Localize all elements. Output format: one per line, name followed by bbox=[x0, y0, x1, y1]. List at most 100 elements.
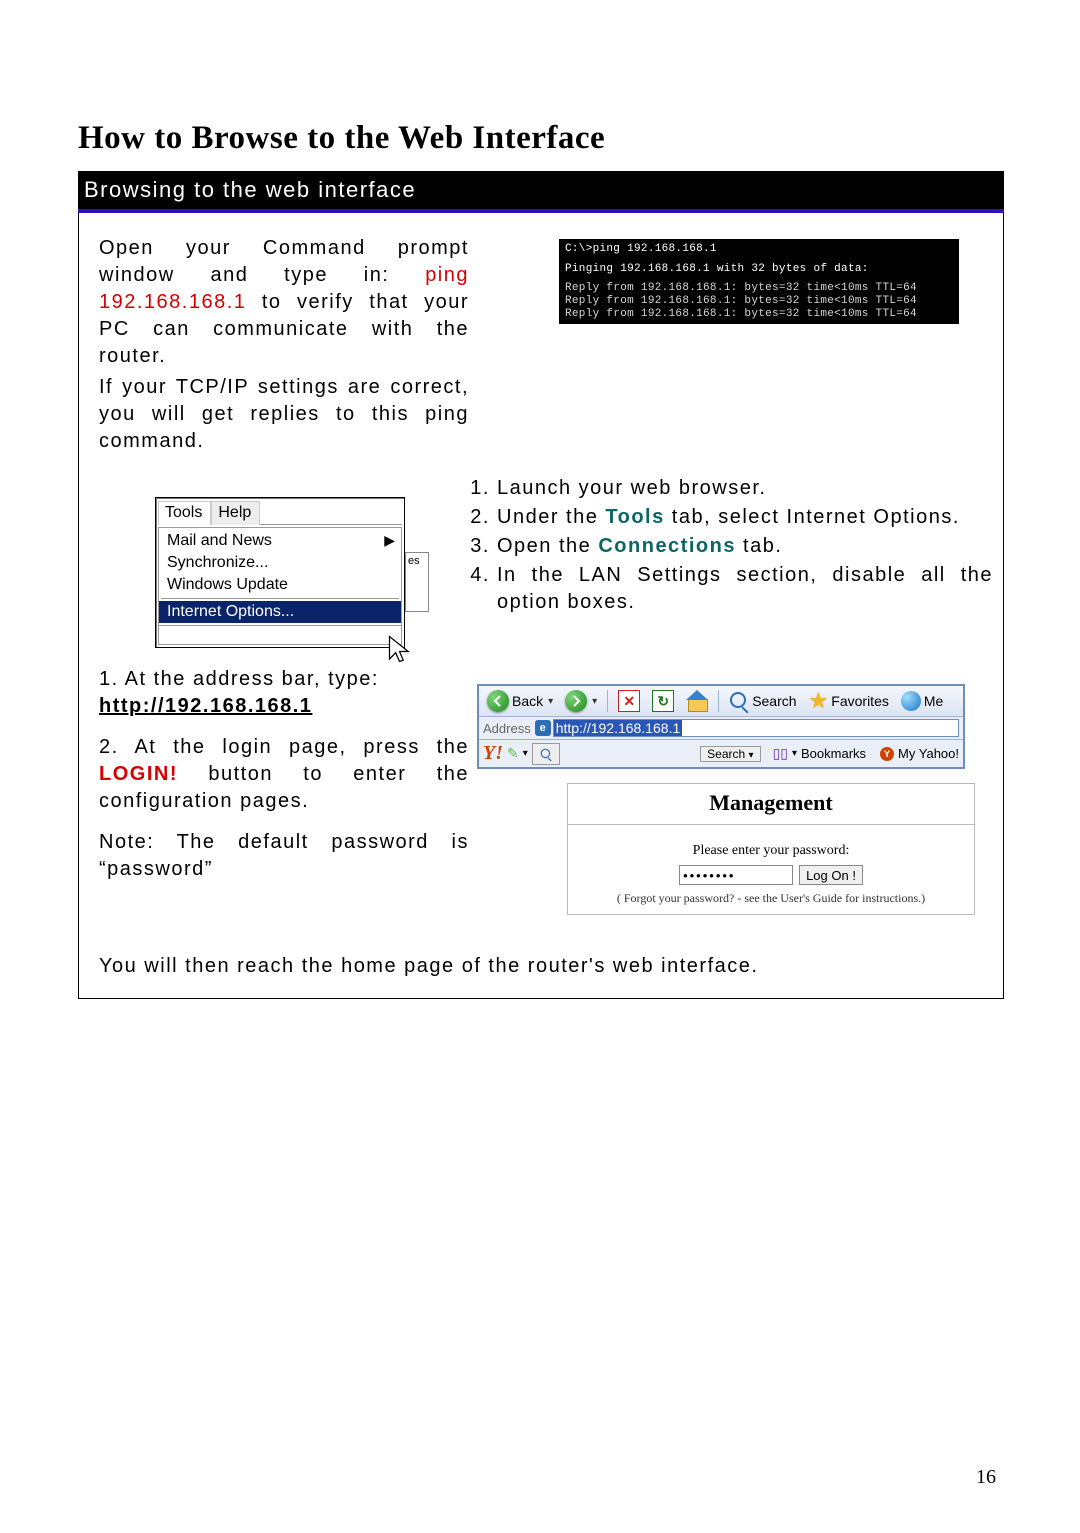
intro-right: C:\>ping 192.168.168.1 Pinging 192.168.1… bbox=[477, 235, 993, 324]
browser-toolbar: Back ▾ ▾ ✕ ↻ bbox=[477, 684, 965, 769]
management-body: Please enter your password: Log On ! ( F… bbox=[568, 825, 974, 914]
password-input[interactable] bbox=[679, 865, 793, 885]
addr-step-1a: 1. At the address bar, type: bbox=[99, 668, 379, 690]
addr-steps-col: 1. At the address bar, type: http://192.… bbox=[89, 666, 469, 887]
ie-icon: e bbox=[535, 720, 551, 736]
menu-separator bbox=[161, 598, 399, 599]
submenu-arrow-icon: ▶ bbox=[384, 532, 395, 549]
forward-button[interactable]: ▾ bbox=[561, 689, 601, 713]
management-input-row: Log On ! bbox=[574, 865, 968, 885]
content-box: Open your Command prompt window and type… bbox=[78, 213, 1004, 999]
step-3b: tab. bbox=[736, 535, 782, 557]
bookmarks-caret: ▾ bbox=[792, 748, 797, 759]
tools-spacer bbox=[158, 626, 402, 645]
search-icon bbox=[540, 748, 552, 760]
search-button[interactable]: Search bbox=[725, 690, 800, 712]
step-2a: Under the bbox=[497, 506, 605, 528]
tools-col: Tools Help Mail and News ▶ Synchronize..… bbox=[89, 469, 459, 648]
yahoo-search-dropdown[interactable] bbox=[532, 743, 560, 765]
address-bar[interactable]: http://192.168.168.1 bbox=[553, 719, 959, 737]
addr-step-1: 1. At the address bar, type: http://192.… bbox=[99, 666, 469, 720]
management-login-box: Management Please enter your password: L… bbox=[567, 783, 975, 915]
ping-line2: Pinging 192.168.168.1 with 32 bytes of d… bbox=[565, 263, 955, 276]
intro-p2: If your TCP/IP settings are correct, you… bbox=[99, 374, 469, 455]
page: How to Browse to the Web Interface Brows… bbox=[0, 0, 1080, 1533]
row-tools-steps: Tools Help Mail and News ▶ Synchronize..… bbox=[89, 469, 993, 648]
stop-button[interactable]: ✕ bbox=[614, 689, 644, 713]
toolbar-row-2: Address e http://192.168.168.1 bbox=[479, 717, 963, 740]
search-label: Search bbox=[752, 693, 796, 709]
caret-icon: ▾ bbox=[548, 696, 553, 707]
toolbar-row-3: Y! ✎ ▾ Search ▾ ▯▯ ▾ bbox=[479, 740, 963, 767]
ping-line4: Reply from 192.168.168.1: bytes=32 time<… bbox=[565, 295, 955, 308]
intro-left: Open your Command prompt window and type… bbox=[89, 235, 469, 459]
tools-menu: Tools Help Mail and News ▶ Synchronize..… bbox=[155, 497, 405, 648]
toolbar-row-1: Back ▾ ▾ ✕ ↻ bbox=[479, 686, 963, 717]
home-button[interactable] bbox=[682, 689, 712, 713]
toolbar-separator bbox=[607, 690, 608, 712]
media-button[interactable]: Me bbox=[897, 690, 947, 712]
menu-mail-news[interactable]: Mail and News ▶ bbox=[159, 530, 401, 552]
management-title: Management bbox=[568, 784, 974, 825]
address-url: http://192.168.168.1 bbox=[554, 720, 683, 736]
yahoo-caret: ▾ bbox=[523, 748, 528, 759]
back-button[interactable]: Back ▾ bbox=[483, 689, 557, 713]
default-password-note: Note: The default password is “password” bbox=[99, 829, 469, 883]
star-icon: ★ bbox=[809, 691, 829, 711]
page-title: How to Browse to the Web Interface bbox=[78, 120, 1004, 157]
step-2-tools: Tools bbox=[605, 506, 664, 528]
steps-list: Launch your web browser. Under the Tools… bbox=[467, 475, 993, 616]
tab-tools[interactable]: Tools bbox=[158, 501, 211, 525]
my-yahoo-icon: Y bbox=[880, 747, 894, 761]
menu-internet-options[interactable]: Internet Options... bbox=[159, 601, 401, 623]
addr-step-2: 2. At the login page, press the LOGIN! b… bbox=[99, 734, 469, 815]
page-number: 16 bbox=[976, 1466, 996, 1489]
address-label: Address bbox=[483, 721, 531, 736]
menu-windows-update[interactable]: Windows Update bbox=[159, 574, 401, 596]
yahoo-search-button[interactable]: Search ▾ bbox=[700, 746, 760, 762]
media-label: Me bbox=[924, 693, 943, 709]
favorites-button[interactable]: ★ Favorites bbox=[805, 690, 893, 712]
favorites-label: Favorites bbox=[831, 693, 889, 709]
step-4: In the LAN Settings section, disable all… bbox=[497, 562, 993, 616]
management-prompt: Please enter your password: bbox=[574, 843, 968, 859]
refresh-button[interactable]: ↻ bbox=[648, 689, 678, 713]
refresh-icon: ↻ bbox=[652, 690, 674, 712]
steps-col: Launch your web browser. Under the Tools… bbox=[467, 469, 993, 618]
ping-line3: Reply from 192.168.168.1: bytes=32 time<… bbox=[565, 282, 955, 295]
stop-icon: ✕ bbox=[618, 690, 640, 712]
step-3: Open the Connections tab. bbox=[497, 533, 993, 560]
home-icon bbox=[686, 690, 708, 712]
my-yahoo-label[interactable]: My Yahoo! bbox=[898, 746, 959, 761]
tools-outer: Tools Help Mail and News ▶ Synchronize..… bbox=[155, 497, 405, 648]
pencil-icon: ✎ bbox=[507, 745, 519, 762]
globe-icon bbox=[901, 691, 921, 711]
step-1: Launch your web browser. bbox=[497, 475, 993, 502]
bookmarks-label[interactable]: Bookmarks bbox=[801, 746, 866, 761]
step-2: Under the Tools tab, select Internet Opt… bbox=[497, 504, 993, 531]
router-url: http://192.168.168.1 bbox=[99, 695, 312, 717]
tab-help[interactable]: Help bbox=[211, 501, 260, 525]
ping-line5: Reply from 192.168.168.1: bytes=32 time<… bbox=[565, 308, 955, 321]
section-banner: Browsing to the web interface bbox=[78, 171, 1004, 213]
addr-step-2a: 2. At the login page, press the bbox=[99, 736, 469, 758]
submenu-peek: es bbox=[405, 552, 429, 612]
cursor-icon bbox=[387, 634, 417, 664]
caret-icon: ▾ bbox=[592, 696, 597, 707]
forward-icon bbox=[565, 690, 587, 712]
menu-synchronize[interactable]: Synchronize... bbox=[159, 552, 401, 574]
intro-p1: Open your Command prompt window and type… bbox=[99, 235, 469, 370]
bookmarks-icon: ▯▯ bbox=[773, 745, 788, 762]
menu-mail-news-label: Mail and News bbox=[167, 532, 272, 549]
yahoo-logo-icon: Y! bbox=[483, 742, 503, 765]
toolbar-separator bbox=[718, 690, 719, 712]
ping-line1: C:\>ping 192.168.168.1 bbox=[565, 243, 955, 256]
step-3-connections: Connections bbox=[598, 535, 736, 557]
logon-button[interactable]: Log On ! bbox=[799, 865, 863, 885]
footer-text: You will then reach the home page of the… bbox=[89, 955, 993, 978]
back-label: Back bbox=[512, 693, 543, 709]
row-browser: 1. At the address bar, type: http://192.… bbox=[89, 666, 993, 915]
forgot-password-note: ( Forgot your password? - see the User's… bbox=[574, 891, 968, 906]
login-word: LOGIN! bbox=[99, 763, 178, 785]
browser-col: Back ▾ ▾ ✕ ↻ bbox=[477, 666, 993, 915]
